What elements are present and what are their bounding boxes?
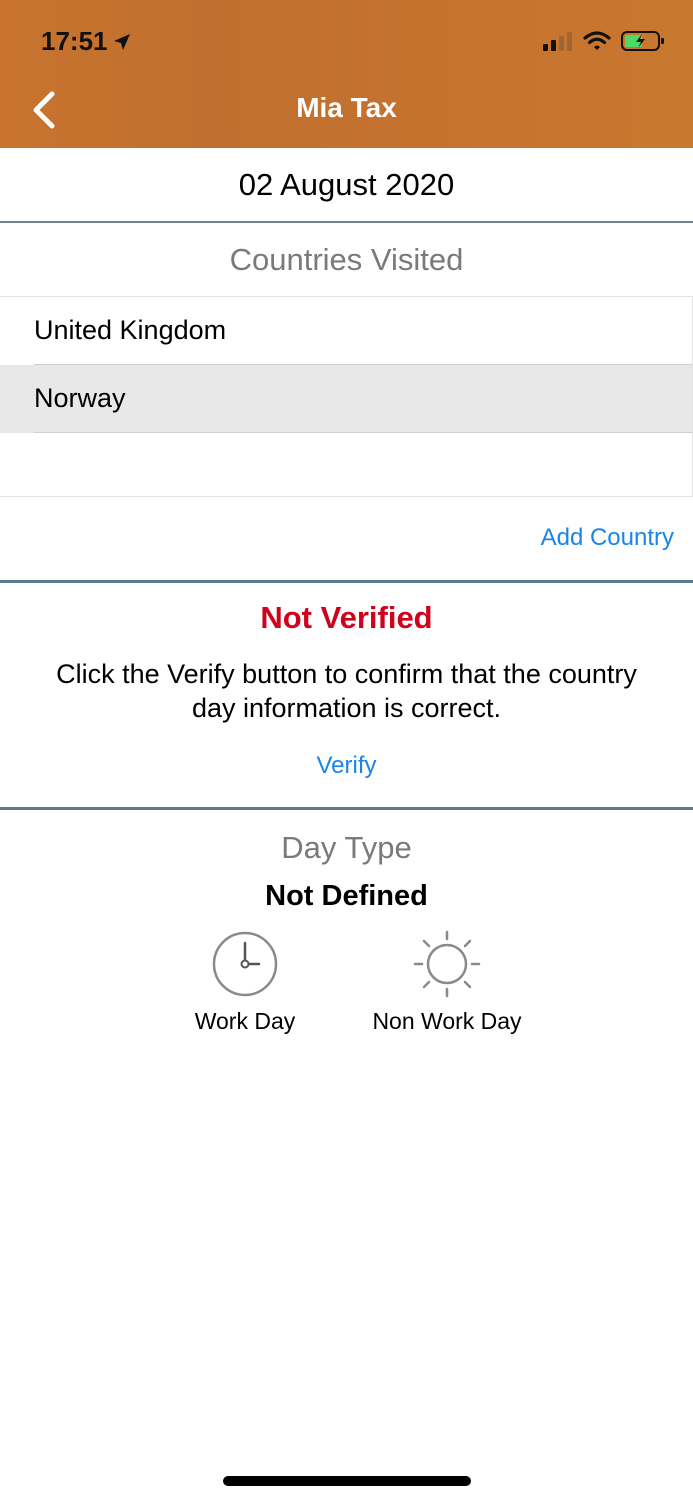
status-icons [543, 30, 665, 52]
sun-icon [413, 930, 481, 998]
work-day-label: Work Day [194, 1008, 296, 1034]
non-work-day-label: Non Work Day [372, 1008, 522, 1034]
location-arrow-icon [113, 33, 130, 50]
country-item-united-kingdom[interactable]: United Kingdom [0, 297, 692, 365]
date-row: 02 August 2020 [0, 148, 693, 223]
verification-status: Not Verified [260, 600, 433, 635]
status-time-text: 17:51 [41, 26, 108, 56]
home-indicator[interactable] [223, 1476, 471, 1486]
section-divider [0, 807, 693, 810]
wifi-icon [583, 31, 611, 50]
status-time: 17:51 [41, 26, 132, 57]
add-country-button[interactable]: Add Country [541, 524, 674, 552]
page-title: Mia Tax [296, 92, 397, 123]
country-label: United Kingdom [34, 315, 227, 345]
verify-button[interactable]: Verify [0, 752, 693, 780]
row-divider [34, 432, 692, 433]
countries-visited-title: Countries Visited [229, 242, 464, 277]
country-item-norway[interactable]: Norway [0, 365, 692, 433]
clock-icon [212, 931, 278, 997]
country-label: Norway [34, 383, 126, 413]
work-day-option[interactable]: Work Day [145, 930, 345, 1035]
section-divider [0, 580, 693, 583]
date-label: 02 August 2020 [238, 167, 455, 202]
verification-message: Click the Verify button to confirm that … [56, 659, 637, 723]
cellular-signal-icon [543, 32, 572, 51]
battery-charging-icon [621, 31, 664, 51]
country-list: United Kingdom Norway [0, 296, 693, 497]
nav-header: 17:51 Mia Tax [0, 0, 693, 148]
non-work-day-option[interactable]: Non Work Day [347, 930, 547, 1035]
day-type-title: Day Type [281, 830, 412, 865]
day-type-value: Not Defined [265, 880, 428, 912]
